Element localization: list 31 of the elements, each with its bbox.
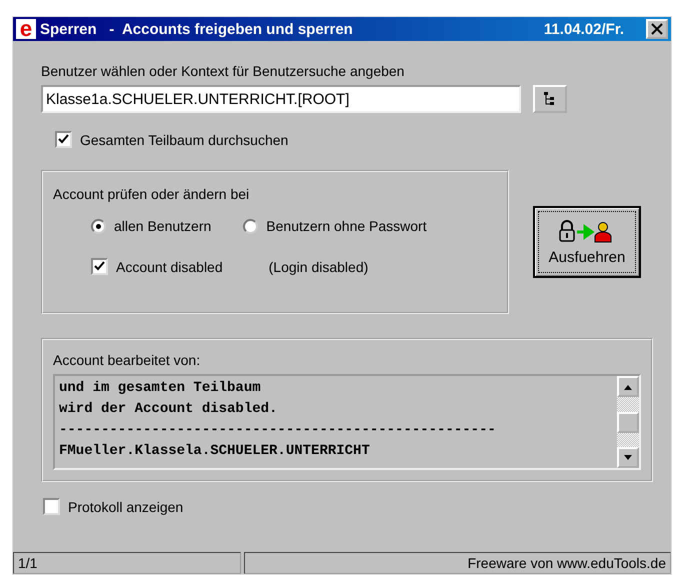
scroll-thumb[interactable] — [617, 412, 639, 432]
context-label: Benutzer wählen oder Kontext für Benutzersuche angeben — [41, 63, 406, 79]
radio-button[interactable] — [91, 218, 106, 234]
disabled-label: Account disabled — [116, 258, 223, 274]
log-text: und im gesamten Teilbaum wird der Account disabled. ---------------------------------------------------- FMueller.Klassela.SCHUELER.UNTERRICHT — [58, 379, 497, 461]
down-arrow-icon — [623, 454, 633, 460]
up-arrow-icon — [623, 384, 633, 390]
show-log-label: Protokoll anzeigen — [68, 498, 184, 514]
checkbox[interactable] — [43, 498, 60, 515]
close-button[interactable] — [646, 19, 668, 39]
window-title: Sperren - Accounts freigeben und sperren — [40, 20, 354, 38]
close-icon — [651, 23, 663, 35]
scrollbar[interactable] — [617, 376, 639, 468]
check-icon — [94, 261, 105, 272]
group-title: Account bearbeitet von: — [53, 352, 200, 368]
radio-label: allen Benutzern — [114, 218, 212, 234]
checkbox[interactable] — [91, 258, 108, 275]
execute-button[interactable]: Ausfuehren — [533, 206, 641, 278]
radio-label: Benutzern ohne Passwort — [266, 218, 427, 234]
status-page: 1/1 — [13, 552, 241, 574]
checkbox[interactable] — [55, 131, 72, 148]
radio-button[interactable] — [243, 218, 258, 234]
window-date: 11.04.02/Fr. — [544, 20, 624, 38]
check-icon — [58, 134, 69, 145]
tree-button[interactable] — [533, 85, 567, 113]
app-logo: e — [16, 19, 36, 39]
context-field[interactable]: Klasse1a.SCHUELER.UNTERRICHT.[ROOT] — [41, 85, 521, 113]
group-title: Account prüfen oder ändern bei — [53, 186, 250, 202]
note-text: (Login disabled) — [268, 258, 368, 274]
subtree-label: Gesamten Teilbaum durchsuchen — [80, 132, 288, 148]
status-credit: Freeware von www.eduTools.de — [244, 552, 671, 574]
